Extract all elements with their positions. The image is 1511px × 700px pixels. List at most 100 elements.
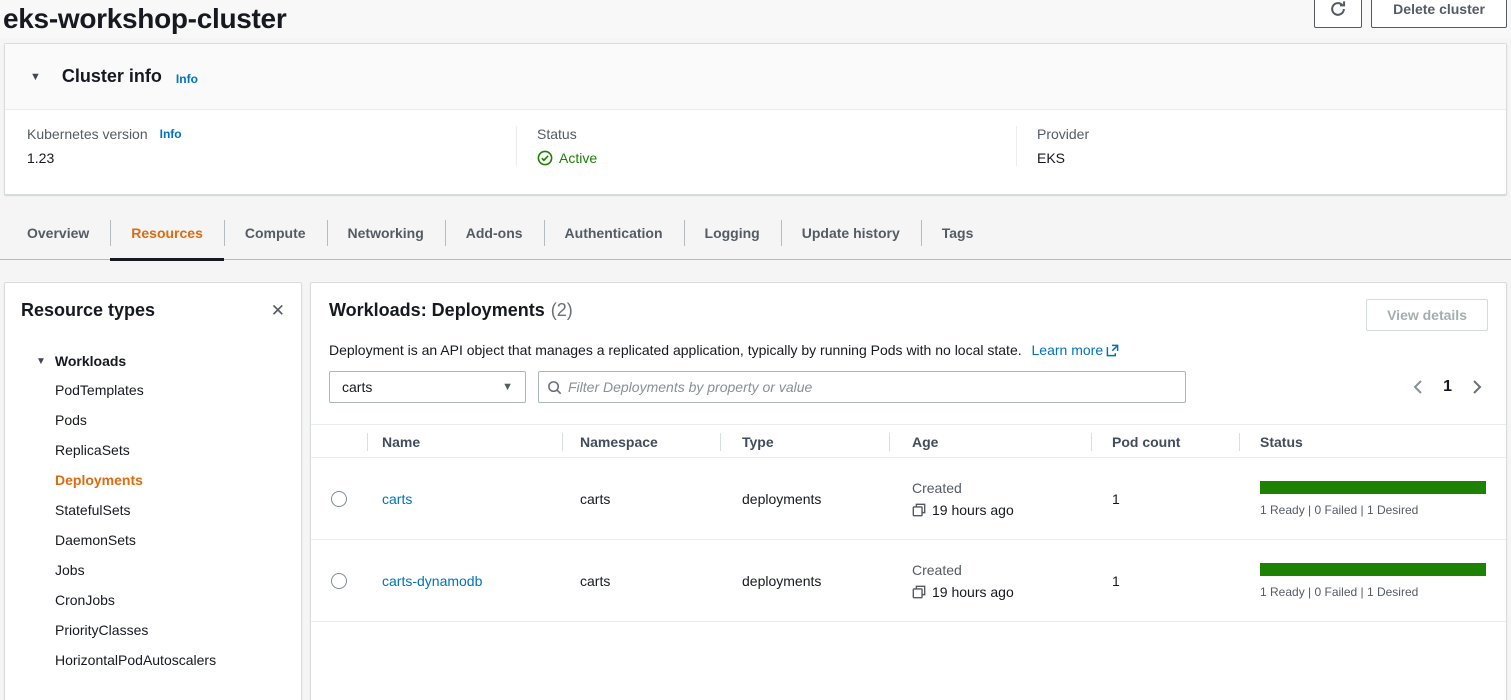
sidebar-group-workloads[interactable]: ▼ Workloads [5, 353, 301, 369]
tab-update-history[interactable]: Update history [781, 207, 921, 261]
filter-dropdown[interactable]: carts ▼ [329, 371, 526, 403]
kubernetes-version-field: Kubernetes version Info 1.23 [5, 126, 516, 166]
resource-types-title: Resource types [21, 300, 155, 321]
deployments-panel: Workloads: Deployments(2) View details D… [310, 282, 1507, 700]
cell-status: 1 Ready | 0 Failed | 1 Desired [1239, 563, 1506, 599]
tab-overview[interactable]: Overview [6, 207, 110, 261]
learn-more-link[interactable]: Learn more [1032, 342, 1120, 358]
page-header: eks-workshop-cluster Delete cluster [0, 0, 1511, 38]
sidebar-item-cronjobs[interactable]: CronJobs [5, 585, 301, 615]
sidebar-item-replicasets[interactable]: ReplicaSets [5, 435, 301, 465]
resources-panels: Resource types ✕ ▼ Workloads PodTemplate… [0, 282, 1511, 700]
cell-namespace: carts [562, 573, 720, 589]
cell-type: deployments [720, 491, 889, 507]
cell-age: Created 19 hours ago [889, 559, 1091, 603]
status-label: Status [537, 126, 577, 142]
collapse-triangle-icon[interactable]: ▼ [30, 71, 41, 83]
view-details-button[interactable]: View details [1366, 299, 1488, 331]
cell-age: Created 19 hours ago [889, 477, 1091, 521]
table-row: carts-dynamodb carts deployments Created… [311, 540, 1506, 622]
header-actions: Delete cluster [1314, 0, 1507, 28]
tab-logging[interactable]: Logging [684, 207, 781, 261]
search-input[interactable] [568, 379, 1177, 395]
current-page[interactable]: 1 [1443, 378, 1452, 396]
refresh-icon [1329, 0, 1347, 18]
status-active-check-icon [537, 150, 553, 166]
status-field: Status Active [516, 126, 1016, 166]
filter-row: carts ▼ 1 [311, 371, 1506, 403]
table-header-row: Name Namespace Type Age Pod count Status [311, 424, 1506, 458]
close-icon[interactable]: ✕ [271, 302, 285, 319]
sidebar-item-deployments[interactable]: Deployments [5, 465, 301, 495]
cluster-info-card: ▼ Cluster info Info Kubernetes version I… [4, 43, 1507, 195]
cluster-info-info-link[interactable]: Info [176, 72, 198, 86]
table-row: carts carts deployments Created 19 hours… [311, 458, 1506, 540]
tab-tags[interactable]: Tags [921, 207, 995, 261]
cell-status: 1 Ready | 0 Failed | 1 Desired [1239, 481, 1506, 517]
status-summary: 1 Ready | 0 Failed | 1 Desired [1260, 503, 1486, 517]
cluster-tabs: Overview Resources Compute Networking Ad… [0, 207, 1511, 260]
pagination: 1 [1411, 378, 1488, 396]
deployments-description: Deployment is an API object that manages… [311, 342, 1506, 358]
provider-label: Provider [1037, 126, 1089, 142]
kubernetes-version-label-row: Kubernetes version Info [27, 126, 516, 142]
provider-value: EKS [1037, 150, 1506, 166]
sidebar-item-podtemplates[interactable]: PodTemplates [5, 375, 301, 405]
column-header-status[interactable]: Status [1239, 425, 1506, 459]
column-header-age[interactable]: Age [889, 425, 1091, 459]
cluster-info-body: Kubernetes version Info 1.23 Status Acti… [5, 110, 1506, 194]
status-summary: 1 Ready | 0 Failed | 1 Desired [1260, 585, 1486, 599]
row-radio-button[interactable] [331, 491, 347, 507]
column-header-name[interactable]: Name [367, 425, 562, 459]
filter-dropdown-value: carts [342, 379, 372, 395]
resource-type-list: PodTemplates Pods ReplicaSets Deployment… [5, 375, 301, 675]
tab-add-ons[interactable]: Add-ons [445, 207, 544, 261]
tab-networking[interactable]: Networking [327, 207, 445, 261]
tab-compute[interactable]: Compute [224, 207, 327, 261]
sidebar-item-horizontalpodautoscalers[interactable]: HorizontalPodAutoscalers [5, 645, 301, 675]
kubernetes-version-info-link[interactable]: Info [160, 127, 182, 141]
sidebar-item-statefulsets[interactable]: StatefulSets [5, 495, 301, 525]
tab-resources[interactable]: Resources [110, 207, 224, 261]
cell-pod-count: 1 [1091, 573, 1239, 589]
previous-page-icon[interactable] [1411, 379, 1425, 395]
row-radio-button[interactable] [331, 573, 347, 589]
column-header-namespace[interactable]: Namespace [562, 425, 720, 459]
cluster-info-header[interactable]: ▼ Cluster info Info [5, 44, 1506, 110]
workloads-expand-triangle-icon[interactable]: ▼ [36, 356, 46, 367]
sidebar-item-pods[interactable]: Pods [5, 405, 301, 435]
kubernetes-version-value: 1.23 [27, 150, 516, 166]
provider-field: Provider EKS [1016, 126, 1506, 166]
status-value: Active [537, 150, 1016, 166]
next-page-icon[interactable] [1470, 379, 1484, 395]
copy-icon[interactable] [912, 503, 926, 517]
deployments-table: Name Namespace Type Age Pod count Status… [311, 424, 1506, 622]
external-link-icon [1106, 344, 1119, 357]
cell-namespace: carts [562, 491, 720, 507]
status-progress-bar [1260, 563, 1486, 576]
deployment-name-link[interactable]: carts-dynamodb [382, 573, 482, 589]
cluster-info-title: Cluster info [62, 66, 162, 87]
cell-type: deployments [720, 573, 889, 589]
column-header-pod-count[interactable]: Pod count [1091, 425, 1239, 459]
eks-cluster-page: eks-workshop-cluster Delete cluster ▼ Cl… [0, 0, 1511, 700]
chevron-down-icon: ▼ [502, 381, 513, 393]
search-filter[interactable] [538, 371, 1186, 403]
deployments-title: Workloads: Deployments(2) [329, 300, 573, 321]
sidebar-item-jobs[interactable]: Jobs [5, 555, 301, 585]
resource-types-panel: Resource types ✕ ▼ Workloads PodTemplate… [4, 282, 302, 700]
deployments-count: (2) [551, 300, 573, 320]
page-title: eks-workshop-cluster [3, 0, 286, 37]
sidebar-item-daemonsets[interactable]: DaemonSets [5, 525, 301, 555]
tab-authentication[interactable]: Authentication [544, 207, 684, 261]
delete-cluster-button[interactable]: Delete cluster [1371, 0, 1507, 28]
copy-icon[interactable] [912, 585, 926, 599]
cell-pod-count: 1 [1091, 491, 1239, 507]
column-header-type[interactable]: Type [720, 425, 889, 459]
deployment-name-link[interactable]: carts [382, 491, 412, 507]
kubernetes-version-label: Kubernetes version [27, 126, 148, 142]
refresh-button[interactable] [1314, 0, 1362, 28]
selection-column-header [311, 425, 367, 459]
sidebar-item-priorityclasses[interactable]: PriorityClasses [5, 615, 301, 645]
search-icon [547, 380, 562, 395]
